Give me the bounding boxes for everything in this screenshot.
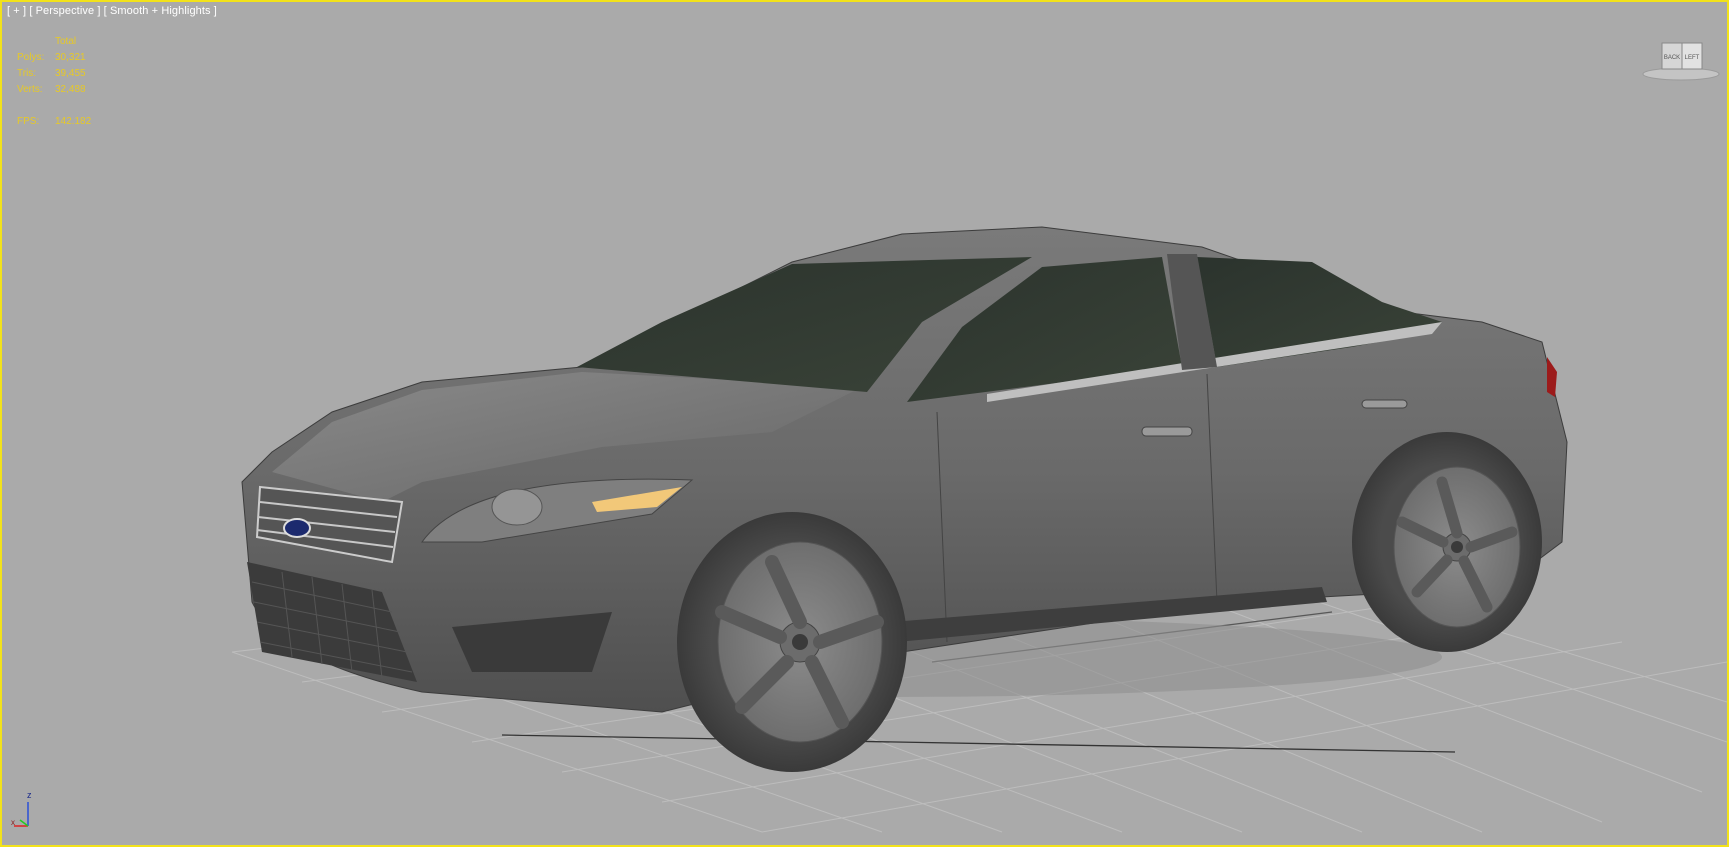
viewcube-left-face[interactable]: LEFT — [1685, 55, 1700, 61]
stats-value: 32,488 — [55, 84, 86, 95]
rear-wheel — [1352, 432, 1542, 652]
viewport-view-menu[interactable]: [ Perspective ] — [29, 5, 100, 17]
viewcube-back-face[interactable]: BACK — [1664, 55, 1680, 61]
stats-label: Verts: — [17, 84, 43, 95]
axis-z-label: z — [27, 790, 32, 800]
stats-header: Total — [55, 36, 77, 47]
viewport-shading-menu[interactable]: [ Smooth + Highlights ] — [104, 5, 217, 17]
stats-label: Polys: — [17, 52, 45, 63]
stats-row-verts: Verts: 32,488 — [17, 82, 91, 98]
perspective-viewport[interactable]: [ + ] [ Perspective ] [ Smooth + Highlig… — [0, 0, 1729, 847]
viewport-menu-plus[interactable]: [ + ] — [7, 5, 26, 17]
statistics-overlay: Total Polys: 30,321 Tris: 39,455 Verts: … — [17, 34, 91, 130]
car-model[interactable] — [241, 226, 1568, 772]
stats-value: 39,455 — [55, 68, 86, 79]
stats-label: Tris: — [17, 68, 37, 79]
viewport-label-menu[interactable]: [ + ] [ Perspective ] [ Smooth + Highlig… — [7, 5, 217, 17]
axis-x-label: x — [11, 818, 15, 827]
stats-row-polys: Polys: 30,321 — [17, 50, 91, 66]
fps-label: FPS: — [17, 116, 40, 127]
viewport-scene[interactable] — [2, 2, 1727, 845]
front-wheel — [677, 512, 907, 772]
fps-value: 142.182 — [55, 116, 92, 127]
stats-value: 30,321 — [55, 52, 86, 63]
stats-row-tris: Tris: 39,455 — [17, 66, 91, 82]
axis-tripod-icon: z x — [11, 790, 32, 827]
viewcube-icon[interactable]: BACK LEFT — [1642, 40, 1720, 82]
stats-row-fps: FPS: 142.182 — [17, 114, 91, 130]
